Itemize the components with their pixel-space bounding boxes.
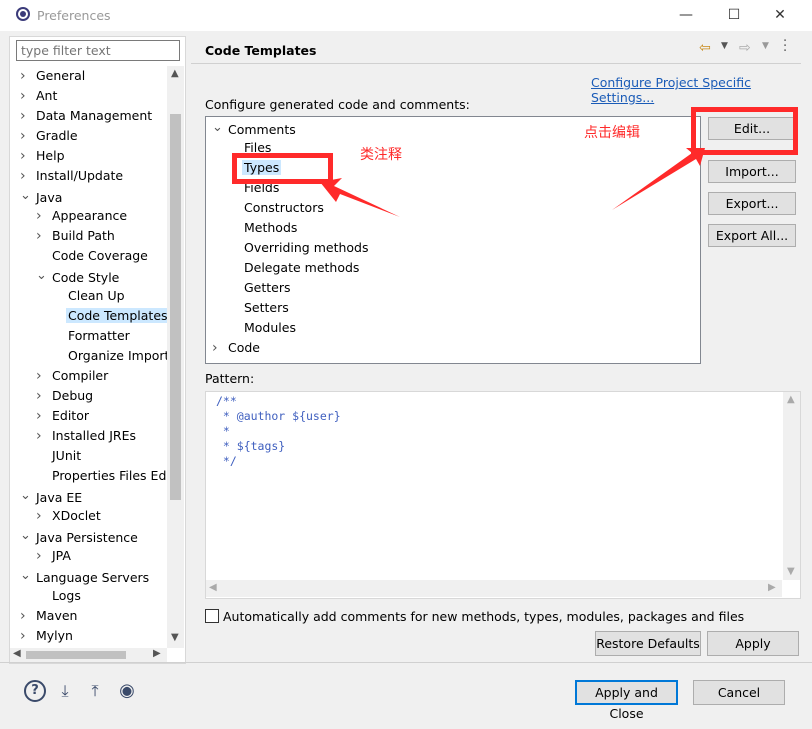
arrow-to-edit bbox=[612, 148, 705, 210]
arrow-to-types bbox=[320, 178, 400, 217]
annotation-arrows bbox=[320, 148, 705, 217]
preferences-dialog: Preferences — ☐ ✕ ›General›Ant›Data Mana… bbox=[0, 0, 812, 729]
